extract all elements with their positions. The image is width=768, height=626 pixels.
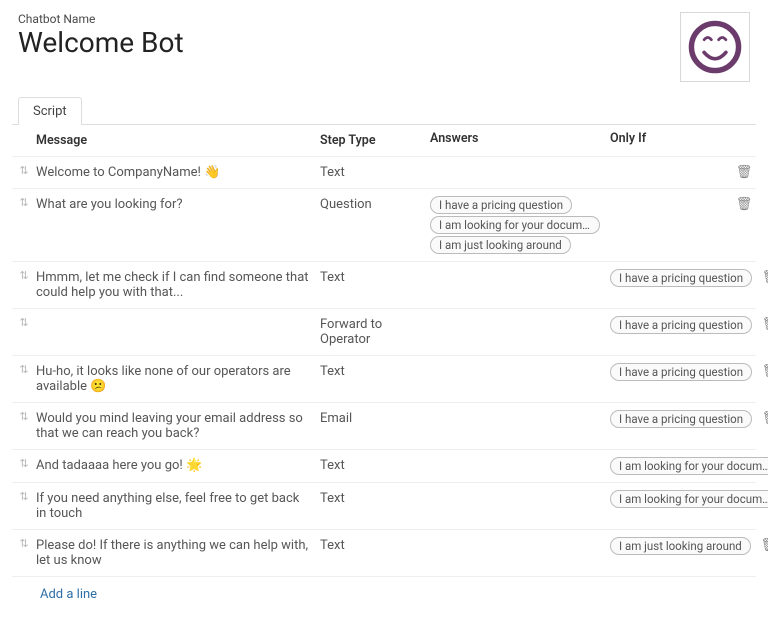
trash-icon[interactable]: 🗑 bbox=[736, 197, 753, 212]
cell-answers[interactable] bbox=[426, 356, 606, 368]
trash-icon[interactable]: 🗑 bbox=[762, 411, 768, 426]
answer-chip[interactable]: I am just looking around bbox=[430, 236, 571, 254]
tab-script[interactable]: Script bbox=[18, 97, 82, 125]
chatbot-name-value[interactable]: Welcome Bot bbox=[18, 28, 680, 59]
chatbot-name-label: Chatbot Name bbox=[18, 12, 680, 26]
only-if-chip[interactable]: I am just looking around bbox=[610, 537, 751, 555]
cell-only-if[interactable] bbox=[606, 157, 732, 169]
only-if-chip[interactable]: I have a pricing question bbox=[610, 363, 752, 381]
cell-step-type[interactable]: Text bbox=[316, 530, 426, 561]
cell-only-if[interactable] bbox=[606, 189, 732, 201]
col-header-answers: Answers bbox=[426, 125, 606, 152]
only-if-chip[interactable]: I have a pricing question bbox=[610, 410, 752, 428]
table-row[interactable]: ⇅ Welcome to CompanyName! 👋Text 🗑 bbox=[12, 157, 756, 189]
cell-answers[interactable] bbox=[426, 157, 606, 169]
table-row[interactable]: ⇅ Hu-ho, it looks like none of our operat… bbox=[12, 356, 756, 403]
cell-step-type[interactable]: Text bbox=[316, 450, 426, 481]
trash-icon[interactable]: 🗑 bbox=[736, 165, 753, 180]
script-grid: Message Step Type Answers Only If ⇅ Welco… bbox=[12, 124, 756, 606]
drag-handle-icon[interactable]: ⇅ bbox=[19, 317, 26, 328]
cell-answers[interactable] bbox=[426, 450, 606, 462]
drag-handle-icon[interactable]: ⇅ bbox=[19, 458, 26, 469]
cell-answers[interactable] bbox=[426, 262, 606, 274]
cell-only-if[interactable]: I have a pricing question bbox=[606, 356, 758, 388]
smiley-icon bbox=[686, 18, 744, 76]
cell-only-if[interactable]: I am looking for your documentati... bbox=[606, 450, 768, 482]
only-if-chip[interactable]: I am looking for your documentati... bbox=[610, 457, 768, 475]
table-row[interactable]: ⇅ Would you mind leaving your email addre… bbox=[12, 403, 756, 450]
cell-message[interactable]: Hmmm, let me check if I can find someone… bbox=[34, 262, 316, 308]
cell-answers[interactable]: I have a pricing question I am looking fo… bbox=[426, 189, 606, 261]
table-row[interactable]: ⇅ If you need anything else, feel free to… bbox=[12, 483, 756, 530]
cell-message[interactable]: Would you mind leaving your email addres… bbox=[34, 403, 316, 449]
cell-step-type[interactable]: Text bbox=[316, 157, 426, 188]
cell-step-type[interactable]: Question bbox=[316, 189, 426, 220]
cell-message[interactable] bbox=[34, 309, 316, 325]
col-header-step-type: Step Type bbox=[316, 125, 426, 156]
answer-chip[interactable]: I am looking for your documentati... bbox=[430, 216, 600, 234]
cell-message[interactable]: What are you looking for? bbox=[34, 189, 316, 220]
cell-only-if[interactable]: I am just looking around bbox=[606, 530, 757, 562]
col-header-message: Message bbox=[34, 125, 316, 156]
drag-handle-icon[interactable]: ⇅ bbox=[19, 491, 26, 502]
col-header-only-if: Only If bbox=[606, 125, 732, 152]
cell-only-if[interactable]: I have a pricing question bbox=[606, 262, 758, 294]
only-if-chip[interactable]: I am looking for your documentati... bbox=[610, 490, 768, 508]
only-if-chip[interactable]: I have a pricing question bbox=[610, 316, 752, 334]
trash-icon[interactable]: 🗑 bbox=[762, 317, 768, 332]
cell-step-type[interactable]: Text bbox=[316, 262, 426, 293]
cell-message[interactable]: If you need anything else, feel free to … bbox=[34, 483, 316, 529]
tabs: Script bbox=[12, 96, 756, 124]
trash-icon[interactable]: 🗑 bbox=[761, 538, 768, 553]
table-row[interactable]: ⇅ Hmmm, let me check if I can find someon… bbox=[12, 262, 756, 309]
cell-answers[interactable] bbox=[426, 530, 606, 542]
cell-answers[interactable] bbox=[426, 483, 606, 495]
drag-handle-icon[interactable]: ⇅ bbox=[19, 270, 26, 281]
cell-message[interactable]: Please do! If there is anything we can h… bbox=[34, 530, 316, 576]
cell-step-type[interactable]: Text bbox=[316, 356, 426, 387]
form-header: Chatbot Name Welcome Bot bbox=[12, 8, 756, 96]
trash-icon[interactable]: 🗑 bbox=[762, 270, 768, 285]
cell-step-type[interactable]: Text bbox=[316, 483, 426, 514]
cell-step-type[interactable]: Email bbox=[316, 403, 426, 434]
drag-handle-icon[interactable]: ⇅ bbox=[19, 165, 26, 176]
cell-message[interactable]: And tadaaaa here you go! 🌟 bbox=[34, 450, 316, 481]
cell-answers[interactable] bbox=[426, 309, 606, 321]
answer-chip[interactable]: I have a pricing question bbox=[430, 196, 572, 214]
cell-step-type[interactable]: Forward to Operator bbox=[316, 309, 426, 355]
drag-handle-icon[interactable]: ⇅ bbox=[19, 538, 26, 549]
table-row[interactable]: ⇅ Forward to Operator I have a pricing que… bbox=[12, 309, 756, 356]
cell-only-if[interactable]: I have a pricing question bbox=[606, 309, 758, 341]
grid-header: Message Step Type Answers Only If bbox=[12, 125, 756, 157]
only-if-chip[interactable]: I have a pricing question bbox=[610, 269, 752, 287]
drag-handle-icon[interactable]: ⇅ bbox=[19, 411, 26, 422]
cell-message[interactable]: Welcome to CompanyName! 👋 bbox=[34, 157, 316, 188]
table-row[interactable]: ⇅ What are you looking for?QuestionI have… bbox=[12, 189, 756, 262]
avatar[interactable] bbox=[680, 12, 750, 82]
cell-only-if[interactable]: I am looking for your documentati... bbox=[606, 483, 768, 515]
cell-only-if[interactable]: I have a pricing question bbox=[606, 403, 758, 435]
drag-handle-icon[interactable]: ⇅ bbox=[19, 364, 26, 375]
trash-icon[interactable]: 🗑 bbox=[762, 364, 768, 379]
cell-message[interactable]: Hu-ho, it looks like none of our operato… bbox=[34, 356, 316, 402]
cell-answers[interactable] bbox=[426, 403, 606, 415]
table-row[interactable]: ⇅ Please do! If there is anything we can … bbox=[12, 530, 756, 577]
add-line-button[interactable]: Add a line bbox=[12, 577, 756, 606]
drag-handle-icon[interactable]: ⇅ bbox=[19, 197, 26, 208]
table-row[interactable]: ⇅And tadaaaa here you go! 🌟TextI am look… bbox=[12, 450, 756, 483]
